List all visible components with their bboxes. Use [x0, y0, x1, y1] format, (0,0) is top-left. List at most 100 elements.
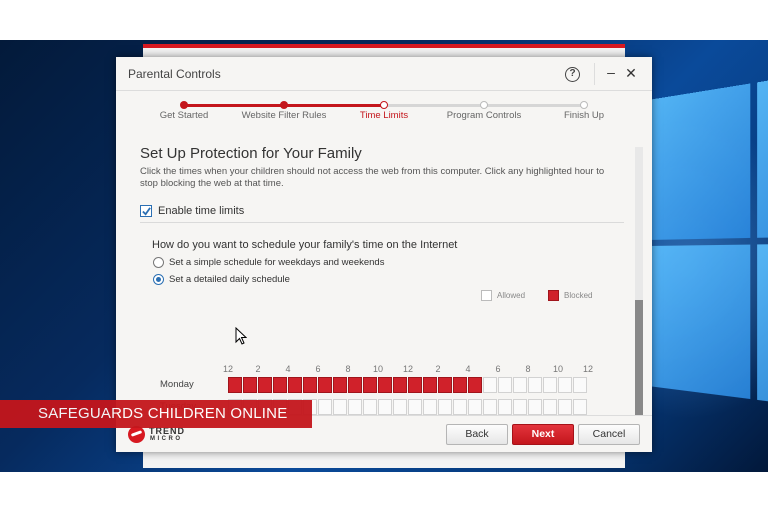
back-button[interactable]: Back	[446, 424, 508, 445]
divider	[140, 222, 624, 223]
window-title: Parental Controls	[128, 67, 221, 81]
hour-cell[interactable]	[543, 399, 557, 415]
hour-cell[interactable]	[318, 399, 332, 415]
hour-cell[interactable]	[243, 377, 257, 393]
content-area: Set Up Protection for Your Family Click …	[116, 135, 652, 415]
hour-label: 8	[345, 364, 350, 374]
step-dot-website-filter	[280, 101, 288, 109]
progress-stepper: Get Started Website Filter Rules Time Li…	[116, 93, 652, 133]
step-dot-program-controls	[480, 101, 488, 109]
hour-cell[interactable]	[333, 377, 347, 393]
caption-text: SAFEGUARDS CHILDREN ONLINE	[38, 405, 287, 422]
hour-label: 10	[553, 364, 563, 374]
hour-label: 12	[403, 364, 413, 374]
hour-cell[interactable]	[288, 377, 302, 393]
hour-cell[interactable]	[468, 377, 482, 393]
help-icon[interactable]: ?	[565, 67, 580, 82]
page-description: Click the times when your children shoul…	[140, 166, 618, 190]
step-dot-time-limits	[380, 101, 388, 109]
hour-cell[interactable]	[468, 399, 482, 415]
hour-cell[interactable]	[438, 399, 452, 415]
hour-cell[interactable]	[303, 377, 317, 393]
hour-label: 8	[525, 364, 530, 374]
hour-cell[interactable]	[558, 399, 572, 415]
hour-cell[interactable]	[483, 377, 497, 393]
hour-label: 12	[583, 364, 593, 374]
close-button[interactable]: ✕	[624, 66, 638, 80]
hour-cell[interactable]	[408, 399, 422, 415]
parental-controls-dialog: Parental Controls ? – ✕ Get Started Webs…	[116, 57, 652, 452]
scrollbar-thumb[interactable]	[635, 300, 643, 415]
legend-blocked-label: Blocked	[564, 291, 592, 300]
hour-label: 4	[465, 364, 470, 374]
hour-cell[interactable]	[393, 399, 407, 415]
simple-schedule-radio[interactable]	[153, 257, 164, 268]
hour-cell[interactable]	[393, 377, 407, 393]
hour-cell[interactable]	[528, 377, 542, 393]
enable-time-limits-label[interactable]: Enable time limits	[158, 205, 244, 217]
hour-cell[interactable]	[258, 377, 272, 393]
hour-cell[interactable]	[528, 399, 542, 415]
hour-cell[interactable]	[378, 399, 392, 415]
hour-cell[interactable]	[513, 377, 527, 393]
hour-cell[interactable]	[363, 399, 377, 415]
hour-label: 4	[285, 364, 290, 374]
hour-cell[interactable]	[333, 399, 347, 415]
step-label: Program Controls	[447, 110, 521, 121]
legend-allowed-label: Allowed	[497, 291, 525, 300]
legend-blocked-swatch	[548, 290, 559, 301]
hour-cell[interactable]	[483, 399, 497, 415]
hour-cell[interactable]	[423, 399, 437, 415]
hour-cell[interactable]	[363, 377, 377, 393]
checkmark-icon	[142, 207, 151, 216]
hour-cell[interactable]	[573, 377, 587, 393]
title-bar: Parental Controls ? – ✕	[116, 57, 652, 91]
enable-time-limits-checkbox[interactable]	[140, 205, 152, 217]
hour-cell[interactable]	[273, 377, 287, 393]
hour-cell[interactable]	[453, 399, 467, 415]
step-dot-get-started	[180, 101, 188, 109]
next-button[interactable]: Next	[512, 424, 574, 445]
hour-cell[interactable]	[228, 377, 242, 393]
trend-micro-ball-icon	[128, 426, 145, 443]
title-separator	[594, 63, 595, 85]
schedule-row	[228, 377, 588, 393]
hour-label: 2	[255, 364, 260, 374]
step-label: Website Filter Rules	[242, 110, 327, 121]
hour-cell[interactable]	[408, 377, 422, 393]
logo-text-micro: MICRO	[150, 436, 183, 442]
mouse-cursor-icon	[235, 327, 247, 345]
minimize-button[interactable]: –	[604, 66, 618, 80]
windows-logo-icon	[648, 58, 768, 461]
page-title: Set Up Protection for Your Family	[140, 145, 362, 162]
step-label-current: Time Limits	[360, 110, 408, 121]
cancel-button[interactable]: Cancel	[578, 424, 640, 445]
hour-label: 6	[315, 364, 320, 374]
hour-cell[interactable]	[378, 377, 392, 393]
hour-label: 6	[495, 364, 500, 374]
hour-cell[interactable]	[543, 377, 557, 393]
hour-cell[interactable]	[453, 377, 467, 393]
step-label: Get Started	[160, 110, 209, 121]
hour-cell[interactable]	[438, 377, 452, 393]
hour-cell[interactable]	[348, 377, 362, 393]
hour-cell[interactable]	[423, 377, 437, 393]
hour-label: 12	[223, 364, 233, 374]
video-caption-banner: SAFEGUARDS CHILDREN ONLINE	[0, 400, 312, 428]
detailed-schedule-radio[interactable]	[153, 274, 164, 285]
day-label: Monday	[160, 379, 194, 390]
hour-cell[interactable]	[498, 399, 512, 415]
step-label: Finish Up	[564, 110, 604, 121]
hour-label: 2	[435, 364, 440, 374]
step-dot-finish-up	[580, 101, 588, 109]
hour-cell[interactable]	[318, 377, 332, 393]
detailed-schedule-label[interactable]: Set a detailed daily schedule	[169, 274, 290, 285]
hour-cell[interactable]	[513, 399, 527, 415]
hour-cell[interactable]	[573, 399, 587, 415]
schedule-question: How do you want to schedule your family'…	[152, 239, 457, 251]
hour-cell[interactable]	[348, 399, 362, 415]
hour-cell[interactable]	[498, 377, 512, 393]
hour-cell[interactable]	[558, 377, 572, 393]
simple-schedule-label[interactable]: Set a simple schedule for weekdays and w…	[169, 257, 384, 268]
legend-allowed-swatch	[481, 290, 492, 301]
